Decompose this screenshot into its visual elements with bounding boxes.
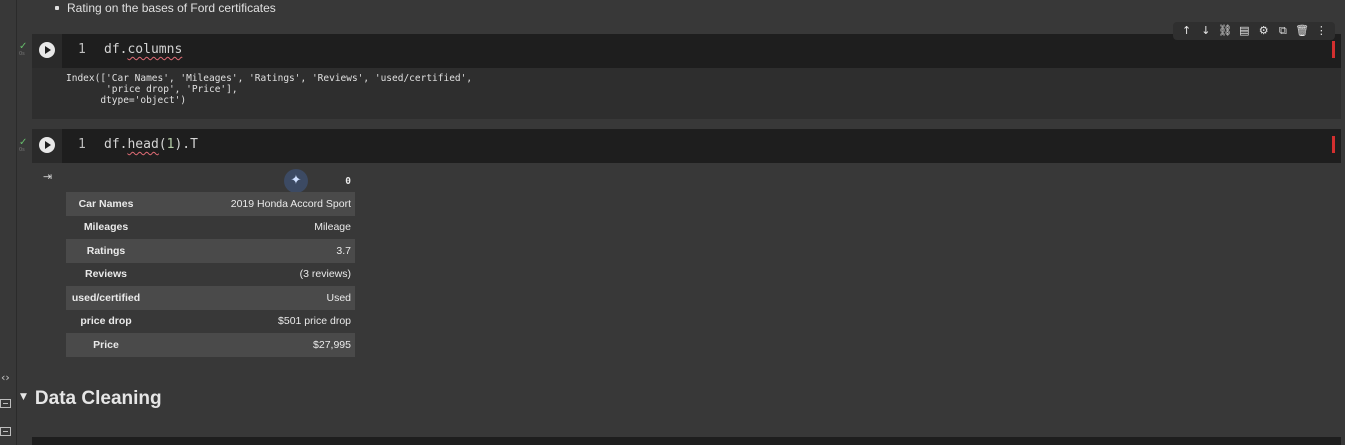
row-value: 3.7 <box>336 244 351 257</box>
output-text: Index(['Car Names', 'Mileages', 'Ratings… <box>66 73 473 106</box>
link-icon[interactable]: ⛓ <box>1218 24 1232 38</box>
row-value: (3 reviews) <box>299 268 351 281</box>
table-row: Car Names 2019 Honda Accord Sport <box>66 192 355 216</box>
exec-status-icon: ✓ 0s <box>19 137 28 153</box>
exec-status-icon: ✓ 0s <box>19 41 28 57</box>
table-row: price drop $501 price drop <box>66 310 355 334</box>
output-actions-icon[interactable]: ⇥ <box>43 171 54 182</box>
index-header <box>66 170 146 192</box>
row-value: Mileage <box>314 221 351 234</box>
code-token: columns <box>127 42 183 57</box>
code-token: 1 <box>166 137 175 152</box>
delete-icon[interactable]: 🗑 <box>1295 24 1309 38</box>
markdown-bullet: Rating on the bases of Ford certificates <box>55 1 276 15</box>
table-row: Mileages Mileage <box>66 216 355 240</box>
table-row: used/certified Used <box>66 286 355 310</box>
error-marker <box>1332 136 1335 153</box>
row-label: price drop <box>80 315 132 328</box>
next-code-cell[interactable] <box>32 437 1341 445</box>
code-cell-2[interactable]: 1 df.head(1).T <box>32 129 1341 163</box>
column-header: 0 <box>345 175 351 187</box>
dataframe-table: 0 Car Names 2019 Honda Accord Sport Mile… <box>66 170 355 357</box>
bullet-text: Rating on the bases of Ford certificates <box>67 1 276 15</box>
row-value: $501 price drop <box>278 315 351 328</box>
table-header-row: 0 <box>66 170 355 192</box>
row-value: $27,995 <box>313 338 351 351</box>
row-label: Reviews <box>84 268 128 281</box>
terminal-icon[interactable] <box>0 427 11 436</box>
cell-output-1: Index(['Car Names', 'Mileages', 'Ratings… <box>32 68 1341 119</box>
bullet-dot-icon <box>55 5 59 10</box>
code-editor[interactable]: 1 df.columns <box>32 34 1341 68</box>
row-label: used/certified <box>71 291 141 304</box>
comment-icon[interactable]: ▤ <box>1237 24 1251 38</box>
code-editor[interactable]: 1 df.head(1).T <box>32 129 1341 163</box>
row-label: Car Names <box>78 197 134 210</box>
table-row: Ratings 3.7 <box>66 239 355 263</box>
mirror-icon[interactable]: ⧉ <box>1276 24 1290 38</box>
code-token: df <box>104 137 120 152</box>
expand-arrow-icon[interactable]: ‹› <box>1 371 10 384</box>
move-up-icon[interactable]: ↑ <box>1180 24 1194 38</box>
cell-toolbar: ↑ ↓ ⛓ ▤ ⚙ ⧉ 🗑 ⋮ <box>1173 22 1335 40</box>
table-row: Price $27,995 <box>66 333 355 357</box>
section-title: Data Cleaning <box>34 388 162 409</box>
code-line[interactable]: df.columns <box>104 42 182 57</box>
code-cell-1[interactable]: 1 df.columns <box>32 34 1341 68</box>
row-value: 2019 Honda Accord Sport <box>230 197 351 210</box>
collapse-caret-icon[interactable]: ▼ <box>20 392 27 402</box>
settings-icon[interactable]: ⚙ <box>1257 24 1271 38</box>
move-down-icon[interactable]: ↓ <box>1199 24 1213 38</box>
code-token: .T <box>182 137 198 152</box>
line-number: 1 <box>78 137 86 152</box>
row-label: Price <box>93 338 119 351</box>
section-heading[interactable]: ▼ Data Cleaning <box>20 388 162 410</box>
error-marker <box>1332 41 1335 58</box>
more-icon[interactable]: ⋮ <box>1314 24 1328 38</box>
run-cell-button[interactable] <box>39 42 55 58</box>
left-sidebar: ‹› <box>0 0 17 445</box>
row-label: Ratings <box>86 244 126 257</box>
run-cell-button[interactable] <box>39 137 55 153</box>
row-label: Mileages <box>83 221 129 234</box>
code-token: head <box>127 137 159 152</box>
line-number: 1 <box>78 42 86 57</box>
table-row: Reviews (3 reviews) <box>66 263 355 287</box>
row-value: Used <box>326 291 351 304</box>
table-of-contents-icon[interactable] <box>0 399 11 408</box>
code-line[interactable]: df.head(1).T <box>104 137 198 152</box>
